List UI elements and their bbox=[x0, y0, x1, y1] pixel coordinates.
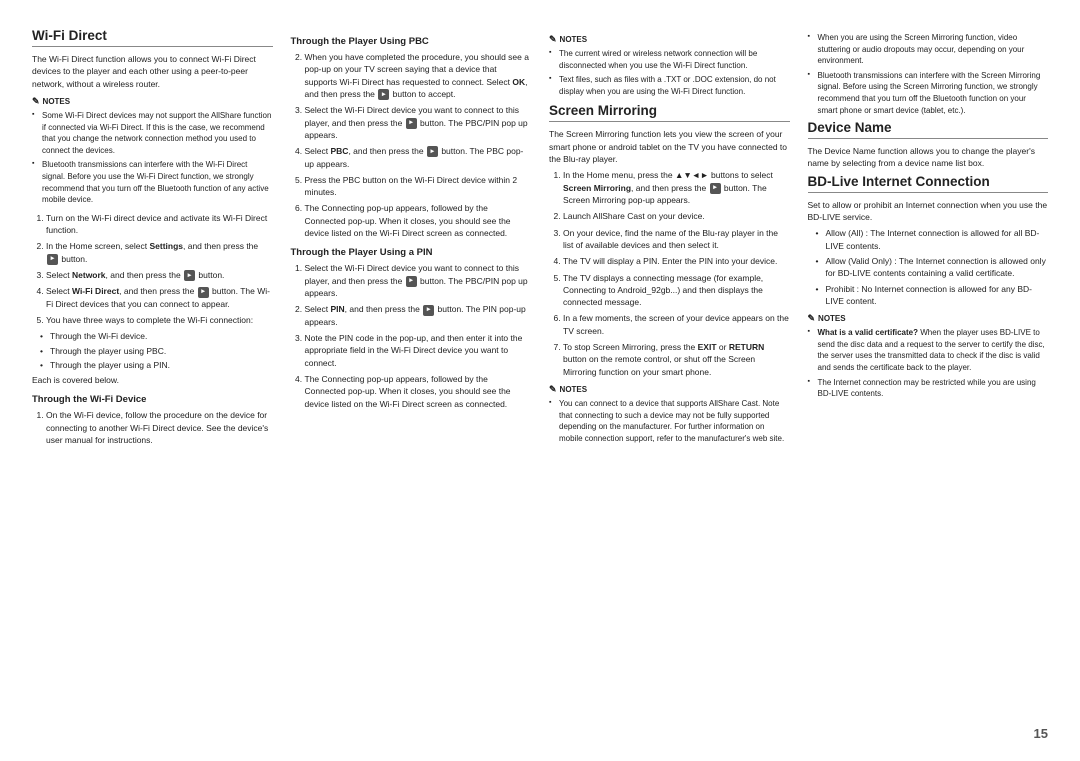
step-item: Turn on the Wi-Fi direct device and acti… bbox=[46, 212, 273, 237]
bd-live-list: Allow (All) : The Internet connection is… bbox=[808, 227, 1049, 307]
btn-icon bbox=[710, 183, 721, 194]
btn-icon bbox=[406, 118, 417, 129]
step-item: The TV displays a connecting message (fo… bbox=[563, 272, 790, 309]
btn-icon bbox=[184, 270, 195, 281]
column-3: ✎ NOTES The current wired or wireless ne… bbox=[549, 28, 790, 450]
bd-item: Prohibit : No Internet connection is all… bbox=[816, 283, 1049, 308]
btn-icon bbox=[378, 89, 389, 100]
step-item: Select the Wi-Fi Direct device you want … bbox=[305, 262, 532, 299]
step-item: Select Network, and then press the butto… bbox=[46, 269, 273, 281]
step-item: On the Wi-Fi device, follow the procedur… bbox=[46, 409, 273, 446]
note-item: What is a valid certificate? When the pl… bbox=[808, 327, 1049, 373]
wifi-direct-title: Wi-Fi Direct bbox=[32, 28, 273, 47]
bd-live-notes: ✎ NOTES What is a valid certificate? Whe… bbox=[808, 313, 1049, 400]
way-item: Through the player using PBC. bbox=[40, 345, 273, 357]
step-item: To stop Screen Mirroring, press the EXIT… bbox=[563, 341, 790, 378]
column-1: Wi-Fi Direct The Wi-Fi Direct function a… bbox=[32, 28, 273, 450]
note-item: The current wired or wireless network co… bbox=[549, 48, 790, 71]
col4-bullet-list: When you are using the Screen Mirroring … bbox=[808, 32, 1049, 116]
note-item: The Internet connection may be restricte… bbox=[808, 377, 1049, 400]
wifi-direct-notes: ✎ NOTES Some Wi-Fi Direct devices may no… bbox=[32, 96, 273, 206]
pencil-icon-3b: ✎ bbox=[549, 384, 557, 395]
step-item: When you have completed the procedure, y… bbox=[305, 51, 532, 100]
step-item: In the Home screen, select Settings, and… bbox=[46, 240, 273, 265]
btn-icon bbox=[427, 146, 438, 157]
screen-mirroring-notes: ✎ NOTES You can connect to a device that… bbox=[549, 384, 790, 444]
step-item: The Connecting pop-up appears, followed … bbox=[305, 373, 532, 410]
bd-live-intro: Set to allow or prohibit an Internet con… bbox=[808, 199, 1049, 224]
note-item: Some Wi-Fi Direct devices may not suppor… bbox=[32, 110, 273, 156]
step-item: Select PIN, and then press the button. T… bbox=[305, 303, 532, 328]
step-item: Launch AllShare Cast on your device. bbox=[563, 210, 790, 222]
bullet-item: When you are using the Screen Mirroring … bbox=[808, 32, 1049, 67]
step-item: Press the PBC button on the Wi-Fi Direct… bbox=[305, 174, 532, 199]
through-wifi-device-steps: On the Wi-Fi device, follow the procedur… bbox=[32, 409, 273, 446]
screen-mirroring-intro: The Screen Mirroring function lets you v… bbox=[549, 128, 790, 165]
step-item: On your device, find the name of the Blu… bbox=[563, 227, 790, 252]
note-item: Text files, such as files with a .TXT or… bbox=[549, 74, 790, 97]
column-2: Through the Player Using PBC When you ha… bbox=[291, 28, 532, 414]
pencil-icon-1: ✎ bbox=[32, 96, 40, 107]
btn-icon bbox=[198, 287, 209, 298]
bd-live-title: BD-Live Internet Connection bbox=[808, 174, 1049, 193]
bd-item: Allow (All) : The Internet connection is… bbox=[816, 227, 1049, 252]
screen-mirroring-steps: In the Home menu, press the ▲▼◄► buttons… bbox=[549, 169, 790, 378]
btn-icon bbox=[423, 305, 434, 316]
device-name-intro: The Device Name function allows you to c… bbox=[808, 145, 1049, 170]
page-layout: Wi-Fi Direct The Wi-Fi Direct function a… bbox=[32, 28, 1048, 458]
wifi-notes-2-list: The current wired or wireless network co… bbox=[549, 48, 790, 97]
device-name-title: Device Name bbox=[808, 120, 1049, 139]
step-item: Select PBC, and then press the button. T… bbox=[305, 145, 532, 170]
step-item: In the Home menu, press the ▲▼◄► buttons… bbox=[563, 169, 790, 206]
screen-mirroring-title: Screen Mirroring bbox=[549, 103, 790, 122]
notes-label-3: ✎ NOTES bbox=[549, 34, 790, 45]
bullet-item: Bluetooth transmissions can interfere wi… bbox=[808, 70, 1049, 116]
step-item: The Connecting pop-up appears, followed … bbox=[305, 202, 532, 239]
pencil-icon-4: ✎ bbox=[808, 313, 816, 324]
wifi-direct-steps: Turn on the Wi-Fi direct device and acti… bbox=[32, 212, 273, 327]
wifi-direct-notes-list: Some Wi-Fi Direct devices may not suppor… bbox=[32, 110, 273, 206]
step-item: Select Wi-Fi Direct, and then press the … bbox=[46, 285, 273, 310]
note-item: You can connect to a device that support… bbox=[549, 398, 790, 444]
notes-label-4: ✎ NOTES bbox=[808, 313, 1049, 324]
wifi-direct-intro: The Wi-Fi Direct function allows you to … bbox=[32, 53, 273, 90]
step-item: Select the Wi-Fi Direct device you want … bbox=[305, 104, 532, 141]
bd-live-notes-list: What is a valid certificate? When the pl… bbox=[808, 327, 1049, 400]
step-item: You have three ways to complete the Wi-F… bbox=[46, 314, 273, 326]
through-pbc-title: Through the Player Using PBC bbox=[291, 36, 532, 47]
through-wifi-device-title: Through the Wi-Fi Device bbox=[32, 394, 273, 405]
btn-icon bbox=[406, 276, 417, 287]
pencil-icon-3: ✎ bbox=[549, 34, 557, 45]
through-pin-steps: Select the Wi-Fi Direct device you want … bbox=[291, 262, 532, 409]
wifi-notes-2: ✎ NOTES The current wired or wireless ne… bbox=[549, 34, 790, 97]
through-pbc-steps: When you have completed the procedure, y… bbox=[291, 51, 532, 239]
note-item: Bluetooth transmissions can interfere wi… bbox=[32, 159, 273, 205]
way-item: Through the player using a PIN. bbox=[40, 359, 273, 371]
wifi-ways-list: Through the Wi-Fi device. Through the pl… bbox=[32, 330, 273, 371]
btn-icon bbox=[47, 254, 58, 265]
notes-label-1: ✎ NOTES bbox=[32, 96, 273, 107]
notes-label-3b: ✎ NOTES bbox=[549, 384, 790, 395]
bd-item: Allow (Valid Only) : The Internet connec… bbox=[816, 255, 1049, 280]
step-item: In a few moments, the screen of your dev… bbox=[563, 312, 790, 337]
ways-note: Each is covered below. bbox=[32, 374, 273, 386]
screen-mirroring-notes-list: You can connect to a device that support… bbox=[549, 398, 790, 444]
way-item: Through the Wi-Fi device. bbox=[40, 330, 273, 342]
step-item: The TV will display a PIN. Enter the PIN… bbox=[563, 255, 790, 267]
through-pin-title: Through the Player Using a PIN bbox=[291, 247, 532, 258]
page-number: 15 bbox=[1034, 726, 1048, 741]
step-item: Note the PIN code in the pop-up, and the… bbox=[305, 332, 532, 369]
column-4: When you are using the Screen Mirroring … bbox=[808, 28, 1049, 406]
